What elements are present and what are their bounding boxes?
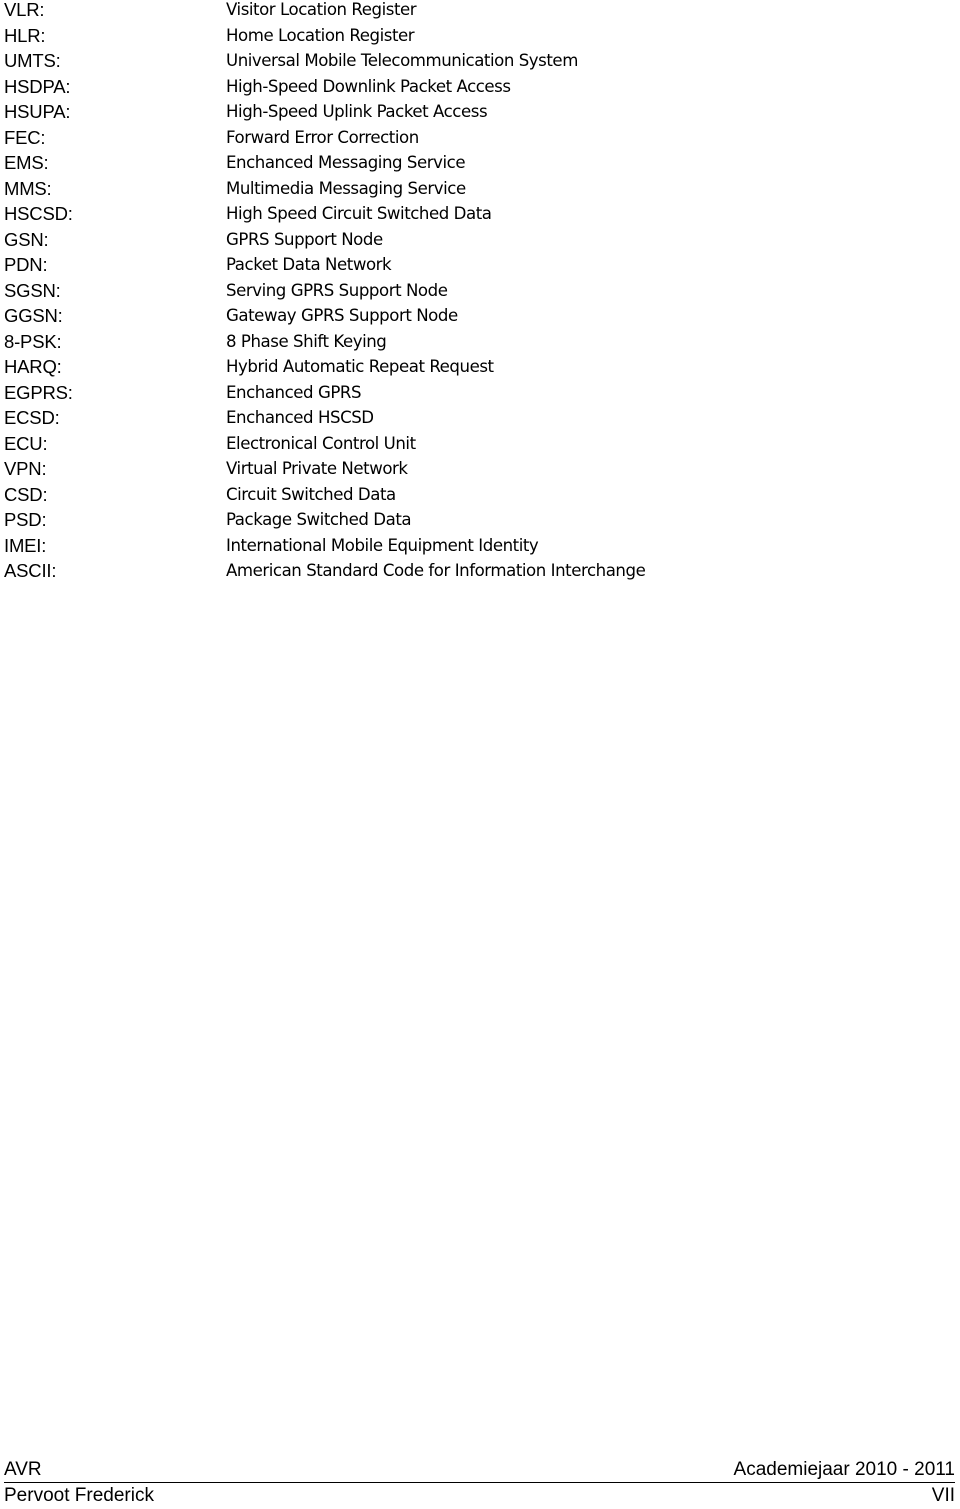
abbreviation: ECSD:	[4, 407, 60, 428]
footer-author: Pervoot Frederick	[4, 1485, 154, 1506]
glossary-row: GSN: GPRS Support Node	[4, 227, 944, 253]
abbreviation: IMEI:	[4, 534, 47, 556]
abbreviation-list: VLR: Visitor Location Register HLR: Home Lo…	[4, 0, 944, 584]
abbreviation-definition: Forward Error Correction	[226, 127, 419, 147]
glossary-row: UMTS: Universal Mobile Telecommunication …	[4, 48, 944, 74]
abbreviation-definition: Visitor Location Register	[226, 0, 417, 19]
abbreviation: GGSN:	[4, 305, 63, 326]
glossary-row: HSCSD: High Speed Circuit Switched Data	[4, 201, 944, 227]
glossary-row: VPN: Virtual Private Network	[4, 456, 944, 482]
glossary-row: PDN: Packet Data Network	[4, 252, 944, 278]
footer-institution: AVR	[4, 1459, 42, 1480]
glossary-row: HSUPA: High-Speed Uplink Packet Access	[4, 99, 944, 125]
abbreviation-definition: Enchanced Messaging Service	[226, 153, 466, 172]
abbreviation-definition: Serving GPRS Support Node	[226, 280, 448, 300]
abbreviation-definition: International Mobile Equipment Identity	[226, 535, 539, 555]
abbreviation: FEC:	[4, 126, 46, 148]
abbreviation-definition: Multimedia Messaging Service	[226, 178, 466, 198]
abbreviation: PSD:	[4, 509, 47, 530]
glossary-row: 8-PSK: 8 Phase Shift Keying	[4, 329, 944, 355]
abbreviation: ECU:	[4, 432, 48, 454]
abbreviation-definition: Enchanced GPRS	[226, 382, 362, 402]
abbreviation-definition: American Standard Code for Information I…	[226, 561, 646, 580]
abbreviation-definition: Home Location Register	[226, 25, 415, 45]
abbreviation: GSN:	[4, 228, 49, 250]
footer-bottom-row: Pervoot Frederick VII	[4, 1483, 955, 1507]
footer-academic-year: Academiejaar 2010 - 2011	[733, 1459, 955, 1480]
abbreviation: HSUPA:	[4, 101, 71, 122]
abbreviation-definition: Gateway GPRS Support Node	[226, 306, 458, 325]
abbreviation-definition: Enchanced HSCSD	[226, 408, 374, 427]
abbreviation-definition: High Speed Circuit Switched Data	[226, 204, 492, 223]
glossary-row: PSD: Package Switched Data	[4, 507, 944, 533]
abbreviation-definition: High-Speed Uplink Packet Access	[226, 102, 488, 121]
abbreviation: HSDPA:	[4, 75, 71, 97]
abbreviation: CSD:	[4, 483, 48, 505]
abbreviation-definition: GPRS Support Node	[226, 229, 383, 249]
glossary-row: MMS: Multimedia Messaging Service	[4, 176, 944, 202]
abbreviation: EGPRS:	[4, 381, 73, 403]
abbreviation-definition: Hybrid Automatic Repeat Request	[226, 357, 494, 376]
abbreviation-definition: High-Speed Downlink Packet Access	[226, 76, 511, 96]
abbreviation-definition: Package Switched Data	[226, 510, 412, 529]
abbreviation: HSCSD:	[4, 203, 73, 224]
glossary-row: HARQ: Hybrid Automatic Repeat Request	[4, 354, 944, 380]
glossary-row: VLR: Visitor Location Register	[4, 0, 944, 23]
abbreviation: HARQ:	[4, 356, 62, 377]
glossary-row: IMEI: International Mobile Equipment Iden…	[4, 533, 944, 559]
glossary-row: EGPRS: Enchanced GPRS	[4, 380, 944, 406]
abbreviation: 8-PSK:	[4, 330, 62, 352]
page-footer: AVR Academiejaar 2010 - 2011 Pervoot Fre…	[4, 1458, 955, 1507]
glossary-row: EMS: Enchanced Messaging Service	[4, 150, 944, 176]
abbreviation: SGSN:	[4, 279, 61, 301]
glossary-row: HLR: Home Location Register	[4, 23, 944, 49]
abbreviation: UMTS:	[4, 50, 61, 71]
glossary-row: HSDPA: High-Speed Downlink Packet Access	[4, 74, 944, 100]
abbreviation: VPN:	[4, 458, 47, 479]
glossary-row: ASCII: American Standard Code for Informa…	[4, 558, 944, 584]
abbreviation-definition: Electronical Control Unit	[226, 433, 416, 453]
footer-top-row: AVR Academiejaar 2010 - 2011	[4, 1458, 955, 1483]
abbreviation-definition: Packet Data Network	[226, 255, 392, 274]
glossary-row: SGSN: Serving GPRS Support Node	[4, 278, 944, 304]
glossary-row: GGSN: Gateway GPRS Support Node	[4, 303, 944, 329]
abbreviation: MMS:	[4, 177, 52, 199]
abbreviation: PDN:	[4, 254, 48, 275]
glossary-row: ECU: Electronical Control Unit	[4, 431, 944, 457]
abbreviation: ASCII:	[4, 560, 57, 581]
abbreviation-definition: 8 Phase Shift Keying	[226, 331, 387, 351]
abbreviation-definition: Circuit Switched Data	[226, 484, 396, 504]
abbreviation: EMS:	[4, 152, 49, 173]
footer-page-number: VII	[931, 1485, 955, 1506]
glossary-row: ECSD: Enchanced HSCSD	[4, 405, 944, 431]
abbreviation-definition: Virtual Private Network	[226, 459, 408, 478]
glossary-row: FEC: Forward Error Correction	[4, 125, 944, 151]
abbreviation: HLR:	[4, 24, 46, 46]
glossary-row: CSD: Circuit Switched Data	[4, 482, 944, 508]
abbreviation-definition: Universal Mobile Telecommunication Syste…	[226, 51, 578, 70]
abbreviation: VLR:	[4, 0, 45, 20]
